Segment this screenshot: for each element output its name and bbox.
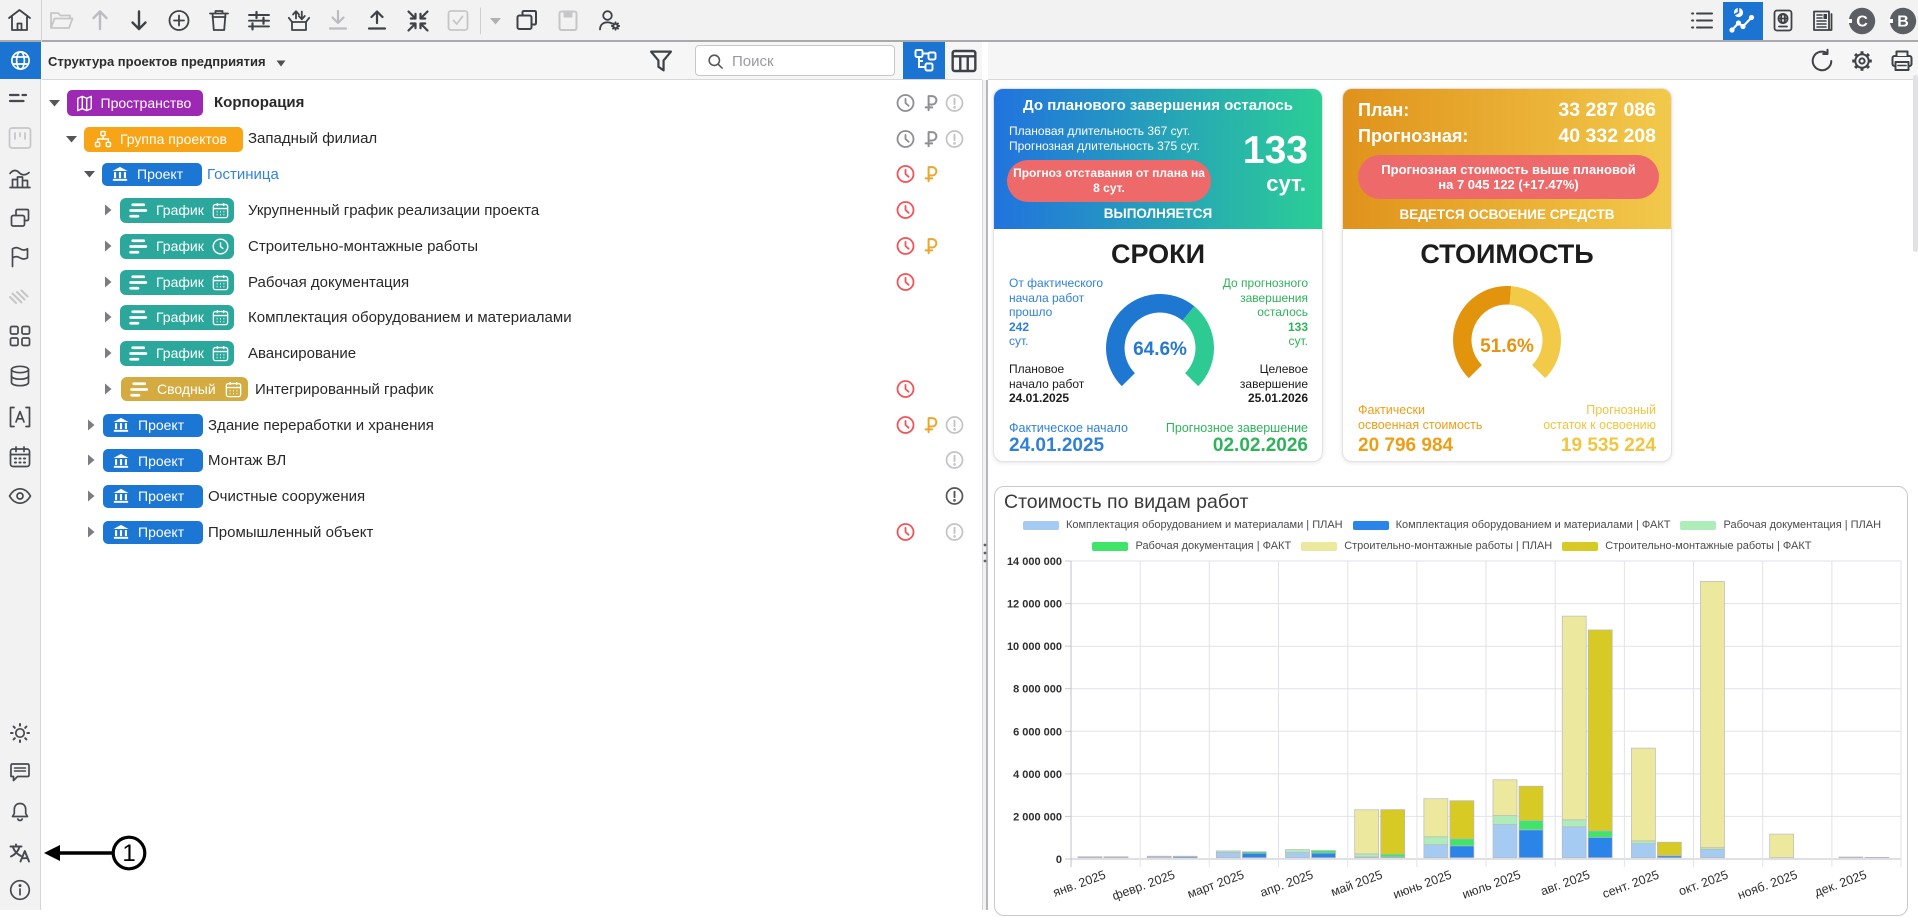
svg-text:1: 1 bbox=[122, 840, 135, 867]
svg-text:6 000 000: 6 000 000 bbox=[1013, 726, 1062, 738]
svg-text:авг. 2025: авг. 2025 bbox=[1539, 868, 1592, 899]
svg-text:B: B bbox=[1897, 14, 1909, 31]
svg-text:май 2025: май 2025 bbox=[1329, 868, 1384, 900]
svg-text:4 000 000: 4 000 000 bbox=[1013, 769, 1062, 781]
svg-text:0: 0 bbox=[1056, 854, 1062, 866]
svg-text:C: C bbox=[1856, 14, 1868, 31]
svg-text:8 000 000: 8 000 000 bbox=[1013, 684, 1062, 696]
svg-text:дек. 2025: дек. 2025 bbox=[1813, 868, 1869, 900]
svg-text:14 000 000: 14 000 000 bbox=[1007, 556, 1062, 568]
svg-text:июнь 2025: июнь 2025 bbox=[1391, 868, 1453, 902]
svg-text:июль 2025: июль 2025 bbox=[1460, 868, 1522, 902]
svg-text:янв. 2025: янв. 2025 bbox=[1051, 868, 1108, 900]
svg-text:2 000 000: 2 000 000 bbox=[1013, 811, 1062, 823]
svg-text:окт. 2025: окт. 2025 bbox=[1677, 868, 1730, 899]
svg-text:март 2025: март 2025 bbox=[1185, 868, 1245, 901]
svg-text:февр. 2025: февр. 2025 bbox=[1110, 868, 1176, 904]
svg-text:12 000 000: 12 000 000 bbox=[1007, 599, 1062, 611]
svg-text:10 000 000: 10 000 000 bbox=[1007, 641, 1062, 653]
svg-text:64.6%: 64.6% bbox=[1133, 339, 1187, 360]
svg-text:апр. 2025: апр. 2025 bbox=[1258, 868, 1315, 900]
svg-text:51.6%: 51.6% bbox=[1480, 336, 1534, 357]
svg-text:сент. 2025: сент. 2025 bbox=[1601, 868, 1661, 901]
svg-text:нояб. 2025: нояб. 2025 bbox=[1736, 868, 1800, 903]
